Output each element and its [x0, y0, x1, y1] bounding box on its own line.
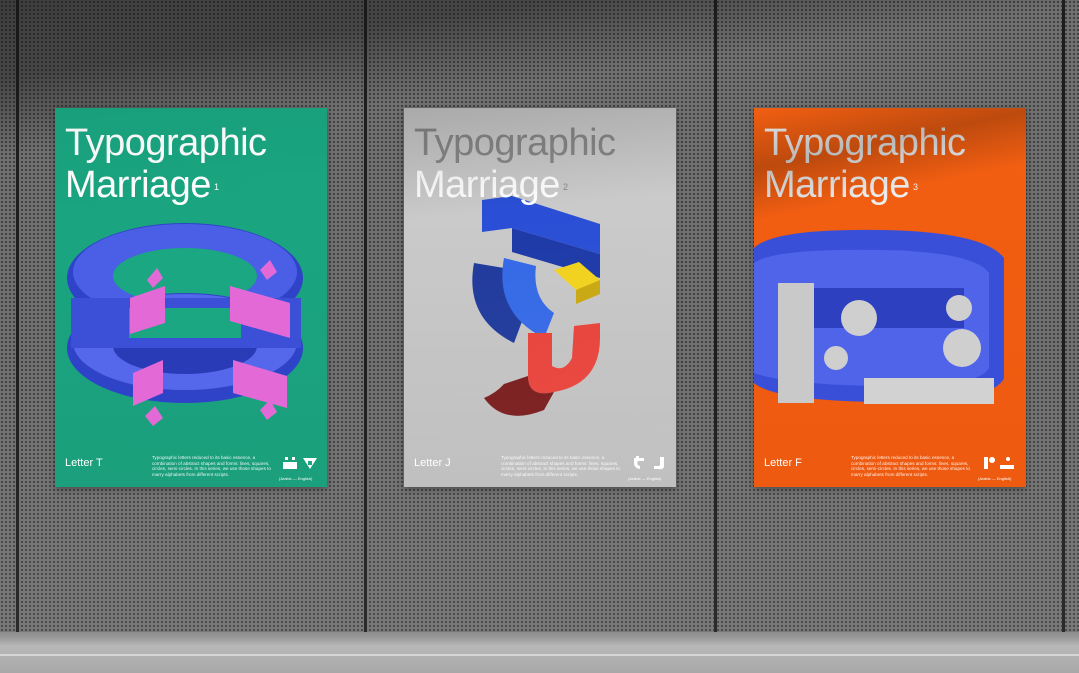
letter-label: Letter T: [65, 457, 103, 469]
poster-number: 3: [912, 182, 918, 192]
title-line-2: Marriage: [764, 164, 910, 206]
poster-number: 1: [213, 182, 219, 192]
wall-seam: [364, 0, 367, 640]
poster-description: Typographic letters reduced to its basic…: [152, 455, 271, 477]
arabic-english-glyph-icon: [984, 457, 1014, 469]
poster-title: Typographic Marriage 1: [65, 122, 327, 206]
poster-description: Typographic letters reduced to its basic…: [501, 455, 620, 477]
poster-letter-j: Typographic Marriage 2 Letter J Typograph…: [404, 108, 676, 487]
title-line-1: Typographic: [764, 122, 966, 164]
language-pair: (Arabic — English): [978, 476, 1012, 481]
poster-title: Typographic Marriage 3: [764, 122, 1026, 206]
letter-f-3d-artwork: [754, 229, 1004, 404]
poster-description: Typographic letters reduced to its basic…: [851, 455, 970, 477]
language-pair: (Arabic — English): [628, 476, 662, 481]
language-pair: (Arabic — English): [279, 476, 313, 481]
letter-label: Letter F: [764, 457, 802, 469]
wall-seam: [714, 0, 717, 640]
letter-j-3d-artwork: [472, 196, 600, 416]
title-line-1: Typographic: [414, 122, 616, 164]
arabic-english-glyph-icon: [283, 457, 317, 469]
poster-title: Typographic Marriage 2: [414, 122, 676, 206]
poster-letter-t: Typographic Marriage 1 Letter T Typograph…: [55, 108, 327, 487]
ledge-line: [0, 654, 1079, 656]
title-line-2: Marriage: [414, 164, 560, 206]
poster-letter-f: Typographic Marriage 3 Letter F Typograph…: [754, 108, 1026, 487]
arabic-english-glyph-icon: [633, 456, 664, 470]
letter-label: Letter J: [414, 457, 451, 469]
title-line-1: Typographic: [65, 122, 267, 164]
pavement-ledge: [0, 632, 1079, 673]
poster-number: 2: [562, 182, 568, 192]
title-line-2: Marriage: [65, 164, 211, 206]
wall-seam: [16, 0, 19, 640]
wall-seam: [1062, 0, 1065, 640]
letter-t-3d-artwork: [67, 223, 303, 426]
